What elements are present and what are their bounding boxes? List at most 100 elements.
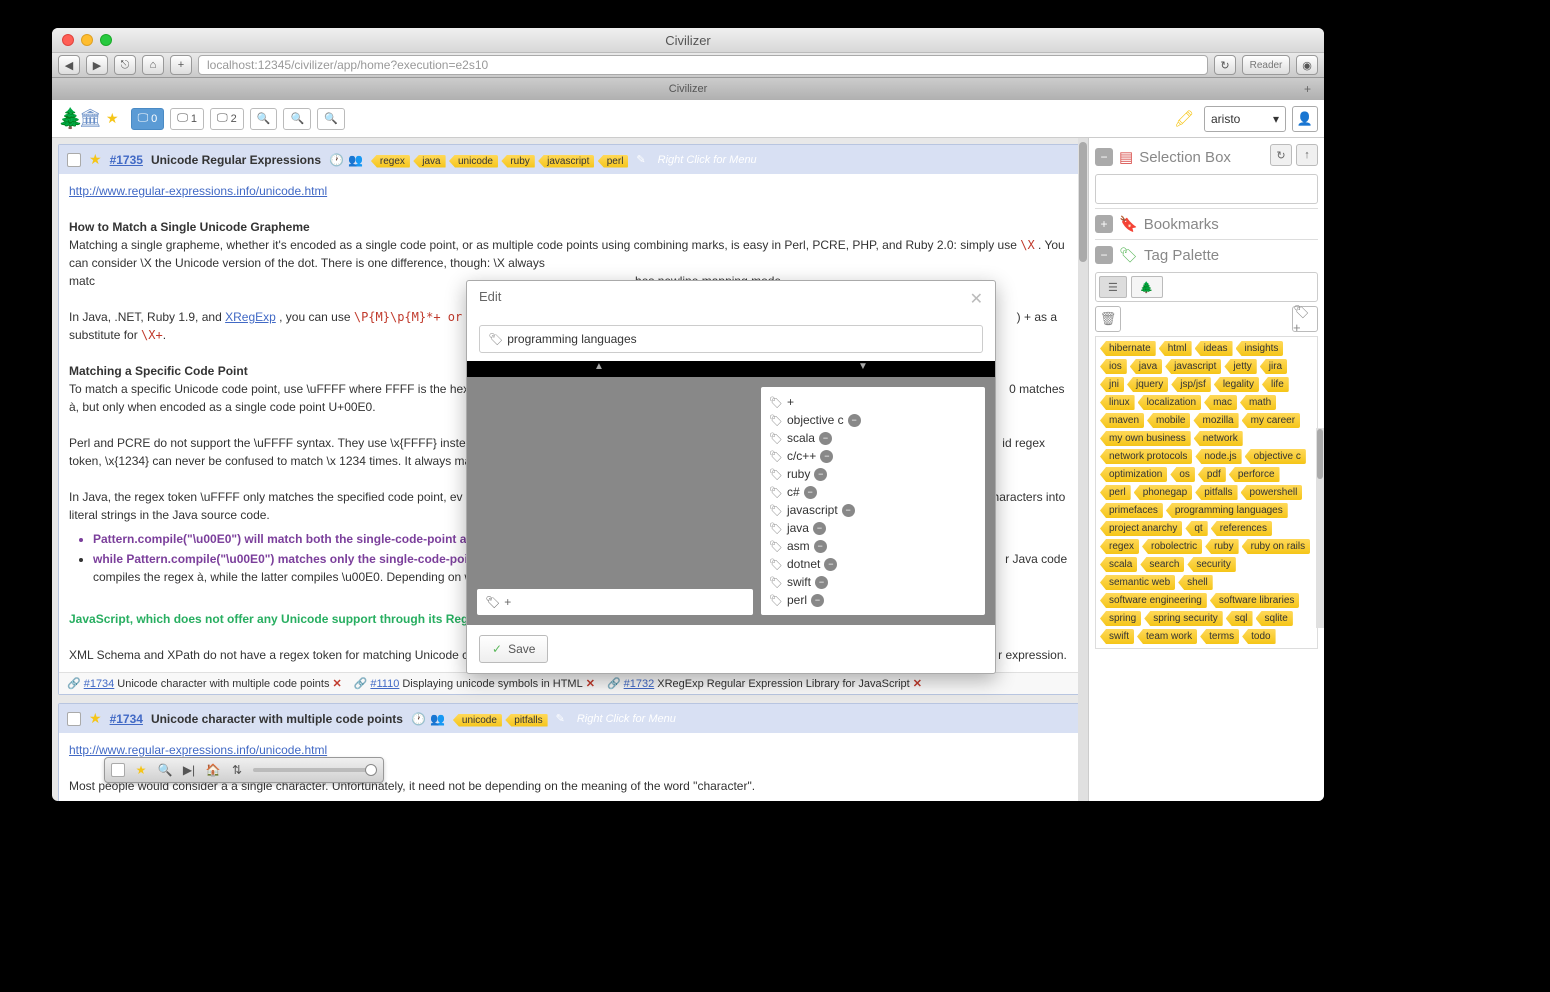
palette-tag[interactable]: jquery: [1127, 377, 1168, 392]
url-bar[interactable]: localhost:12345/civilizer/app/home?execu…: [198, 55, 1208, 75]
search-icon[interactable]: 🔍: [157, 762, 173, 778]
palette-tag[interactable]: phonegap: [1134, 485, 1193, 500]
palette-tag[interactable]: mobile: [1147, 413, 1190, 428]
palette-tag[interactable]: scala: [1100, 557, 1137, 572]
palette-tag[interactable]: references: [1211, 521, 1272, 536]
reader-button[interactable]: Reader: [1242, 55, 1290, 75]
palette-tag[interactable]: ruby on rails: [1242, 539, 1310, 554]
tag[interactable]: unicode: [449, 155, 498, 168]
palette-tag[interactable]: semantic web: [1100, 575, 1175, 590]
palette-tag[interactable]: perforce: [1229, 467, 1280, 482]
tag[interactable]: java: [413, 155, 445, 168]
palette-tag[interactable]: insights: [1236, 341, 1284, 356]
user-menu-button[interactable]: 👤: [1292, 106, 1318, 132]
forward-icon[interactable]: ▶|: [181, 762, 197, 778]
palette-tag[interactable]: spring: [1100, 611, 1141, 626]
palette-tag[interactable]: legality: [1214, 377, 1259, 392]
child-tag-item[interactable]: 🏷asm −: [769, 537, 977, 555]
card-id[interactable]: #1734: [110, 712, 143, 726]
palette-tag[interactable]: javascript: [1165, 359, 1221, 374]
palette-tag[interactable]: life: [1262, 377, 1289, 392]
main-scrollbar[interactable]: [1078, 138, 1088, 801]
group-icon[interactable]: 👥: [430, 712, 445, 726]
palette-tag[interactable]: jetty: [1224, 359, 1256, 374]
tag[interactable]: ruby: [501, 155, 534, 168]
star-icon[interactable]: ★: [89, 710, 102, 727]
star-icon[interactable]: ★: [89, 151, 102, 168]
search-button-3[interactable]: 🔍: [317, 108, 345, 130]
star-icon[interactable]: ★: [133, 762, 149, 778]
forward-button[interactable]: ▶: [86, 55, 108, 75]
palette-tag[interactable]: project anarchy: [1100, 521, 1182, 536]
palette-tag[interactable]: search: [1140, 557, 1184, 572]
panel-2-button[interactable]: 🖵 2: [210, 108, 244, 130]
add-child-tag-input[interactable]: 🏷 +: [477, 589, 753, 615]
expand-button[interactable]: +: [1095, 215, 1113, 233]
panel-0-button[interactable]: 🖵 0: [131, 108, 165, 130]
related-item[interactable]: 🔗#1110 Displaying unicode symbols in HTM…: [354, 677, 595, 690]
palette-tag[interactable]: os: [1170, 467, 1195, 482]
palette-tag[interactable]: jsp/jsf: [1171, 377, 1211, 392]
palette-tag[interactable]: html: [1159, 341, 1192, 356]
palette-tag[interactable]: jira: [1260, 359, 1287, 374]
palette-tag[interactable]: swift: [1100, 629, 1134, 644]
panel-1-button[interactable]: 🖵 1: [170, 108, 204, 130]
add-button[interactable]: +: [170, 55, 192, 75]
palette-tag[interactable]: powershell: [1241, 485, 1303, 500]
palette-tag[interactable]: my own business: [1100, 431, 1191, 446]
nav-up[interactable]: ↑: [1296, 144, 1318, 166]
palette-tag[interactable]: mozilla: [1193, 413, 1238, 428]
card-id[interactable]: #1735: [110, 153, 143, 167]
palette-tag[interactable]: perl: [1100, 485, 1131, 500]
clock-icon[interactable]: 🕐: [411, 712, 426, 726]
palette-tag[interactable]: ios: [1100, 359, 1127, 374]
search-button-1[interactable]: 🔍: [250, 108, 278, 130]
child-tag-item[interactable]: 🏷c/c++ −: [769, 447, 977, 465]
child-tag-item[interactable]: 🏷java −: [769, 519, 977, 537]
child-tag-item[interactable]: 🏷javascript −: [769, 501, 977, 519]
tag[interactable]: javascript: [538, 155, 594, 168]
tag[interactable]: pitfalls: [505, 714, 547, 727]
palette-tag[interactable]: ideas: [1195, 341, 1233, 356]
palette-tag[interactable]: optimization: [1100, 467, 1167, 482]
palette-tag[interactable]: qt: [1185, 521, 1207, 536]
palette-tag[interactable]: robolectric: [1142, 539, 1202, 554]
palette-tag[interactable]: linux: [1100, 395, 1135, 410]
reload-button[interactable]: ↻: [1214, 55, 1236, 75]
card-checkbox[interactable]: [67, 153, 81, 167]
palette-tag[interactable]: shell: [1178, 575, 1213, 590]
downloads-button[interactable]: ◉: [1296, 55, 1318, 75]
back-button[interactable]: ◀: [58, 55, 80, 75]
move-up-button[interactable]: ▲: [467, 361, 731, 377]
palette-tag[interactable]: spring security: [1144, 611, 1222, 626]
palette-tag[interactable]: sqlite: [1256, 611, 1293, 626]
card-checkbox[interactable]: [67, 712, 81, 726]
palette-tag[interactable]: security: [1187, 557, 1235, 572]
palette-tag[interactable]: regex: [1100, 539, 1139, 554]
palette-tag[interactable]: pitfalls: [1195, 485, 1237, 500]
add-tag-button[interactable]: 🏷+: [1292, 306, 1318, 332]
palette-tag[interactable]: node.js: [1195, 449, 1241, 464]
palette-tag[interactable]: sql: [1226, 611, 1253, 626]
clock-icon[interactable]: 🕐: [329, 153, 344, 167]
palette-tag[interactable]: ruby: [1205, 539, 1238, 554]
palette-tag[interactable]: pdf: [1198, 467, 1226, 482]
palette-tag[interactable]: todo: [1242, 629, 1275, 644]
palette-tag[interactable]: team work: [1137, 629, 1197, 644]
selection-box[interactable]: [1095, 174, 1318, 204]
palette-tag[interactable]: hibernate: [1100, 341, 1156, 356]
search-button-2[interactable]: 🔍: [283, 108, 311, 130]
move-down-button[interactable]: ▼: [731, 361, 995, 377]
palette-tag[interactable]: software engineering: [1100, 593, 1207, 608]
child-tag-item[interactable]: 🏷dotnet −: [769, 555, 977, 573]
home-button[interactable]: ⌂: [142, 55, 164, 75]
child-tag-item[interactable]: 🏷objective c −: [769, 411, 977, 429]
palette-tag[interactable]: java: [1130, 359, 1162, 374]
fb-checkbox[interactable]: [111, 763, 125, 777]
list-view-button[interactable]: ☰: [1099, 276, 1127, 298]
palette-tag[interactable]: math: [1240, 395, 1276, 410]
palette-tag[interactable]: network protocols: [1100, 449, 1192, 464]
trash-button[interactable]: 🗑: [1095, 306, 1121, 332]
save-button[interactable]: ✓ Save: [479, 635, 548, 663]
tree-view-button[interactable]: 🌲: [1131, 276, 1163, 298]
